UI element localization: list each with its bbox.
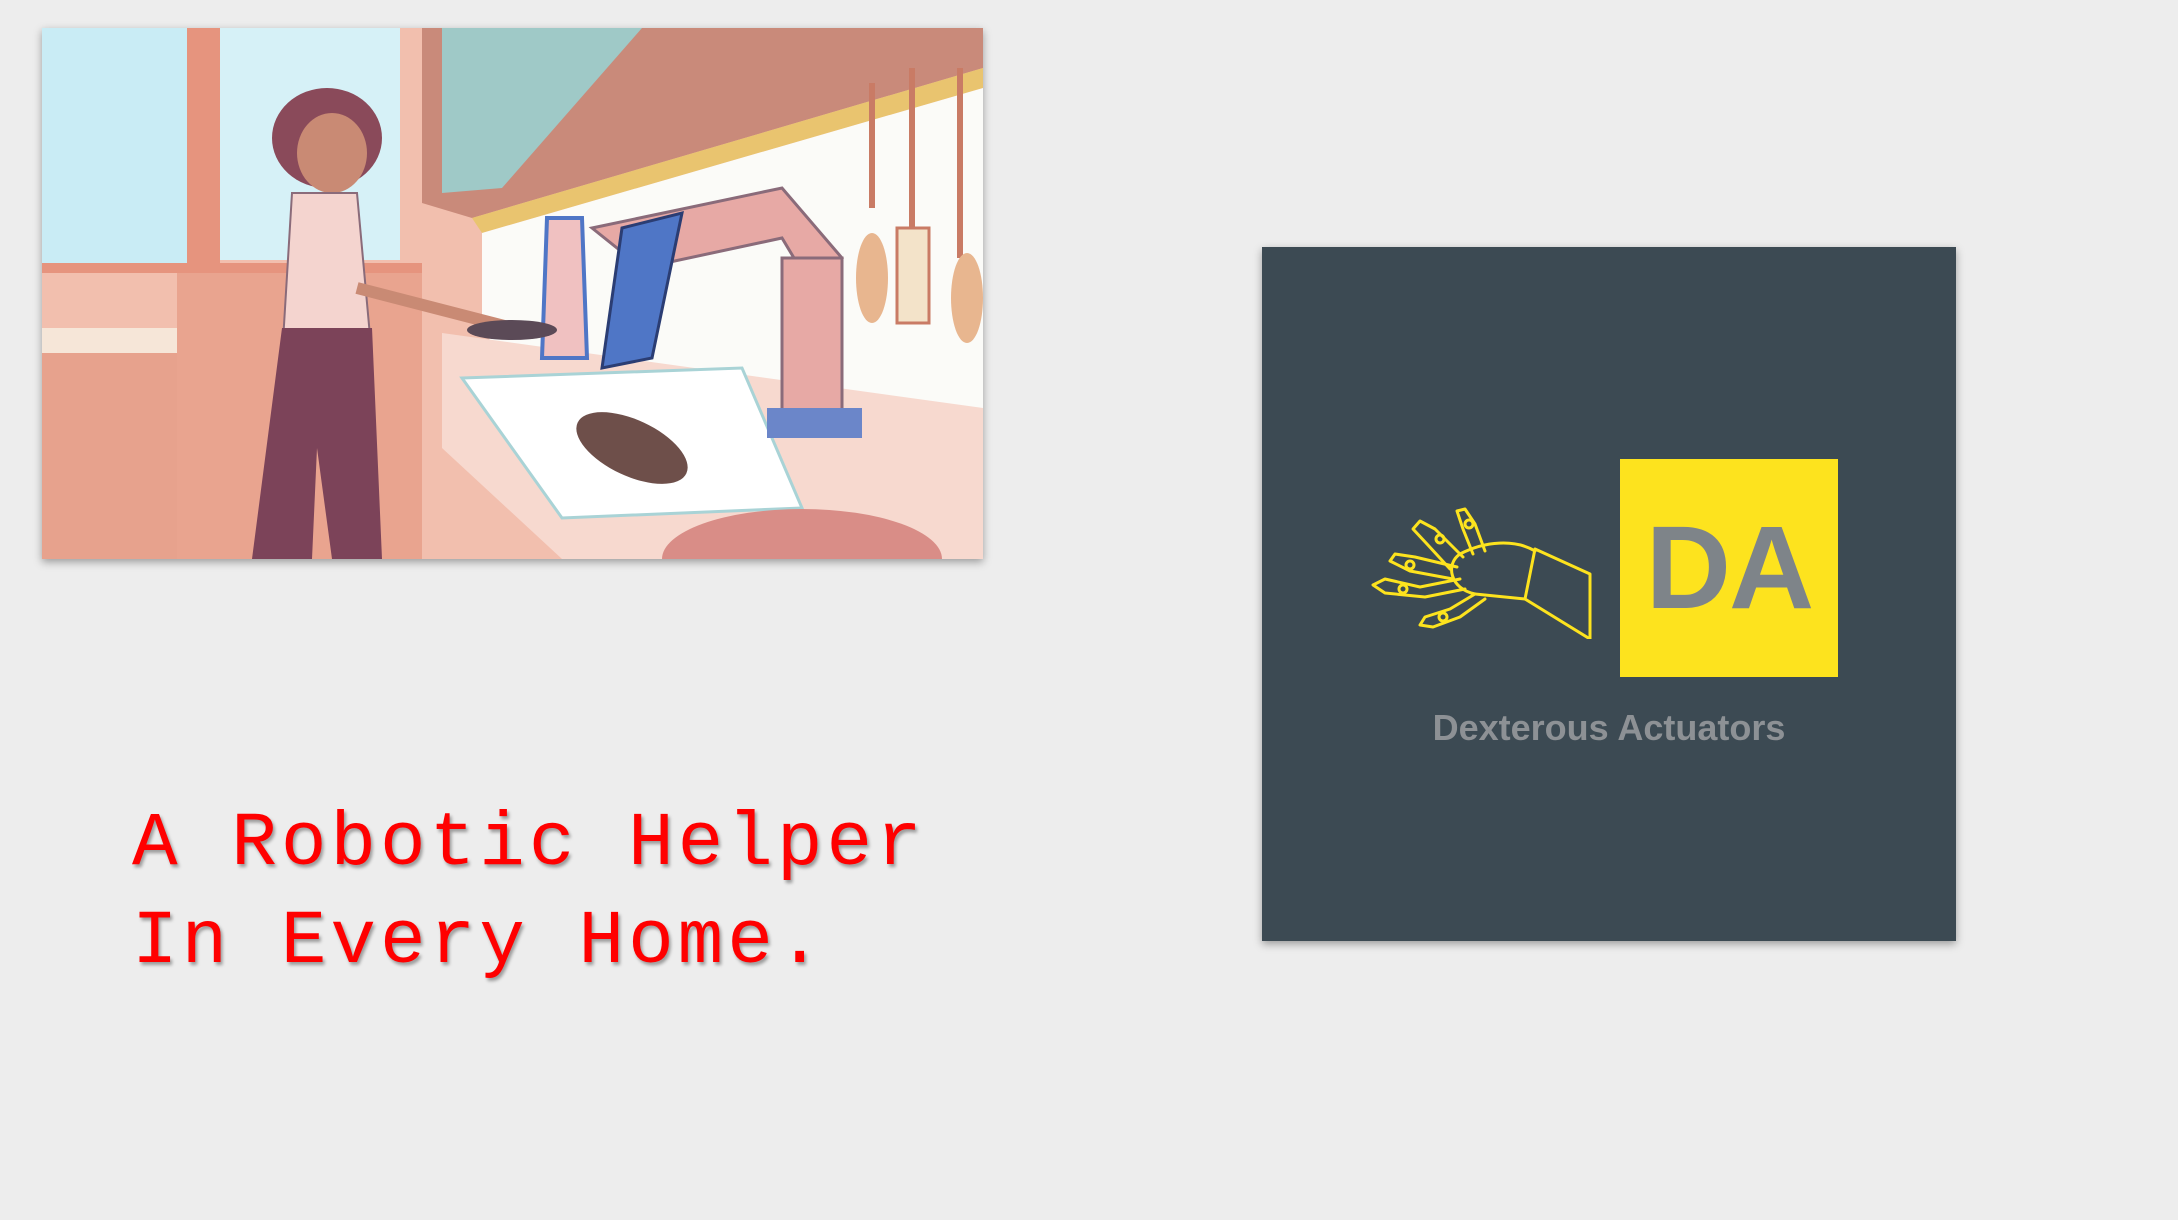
tagline-line-1: A Robotic Helper: [132, 801, 926, 887]
tagline-line-2: In Every Home.: [132, 899, 827, 985]
logo-monogram: DA: [1645, 502, 1814, 634]
kitchen-robot-illustration: [42, 28, 983, 559]
tagline: A Robotic Helper In Every Home.: [132, 795, 926, 991]
robot-hand-icon: [1371, 507, 1592, 639]
company-logo-card: DA Dexterous Actuators: [1262, 247, 1956, 941]
illustration-artwork: [42, 28, 983, 559]
company-name: Dexterous Actuators: [1432, 707, 1786, 748]
logo-monogram-box: DA: [1620, 459, 1838, 677]
